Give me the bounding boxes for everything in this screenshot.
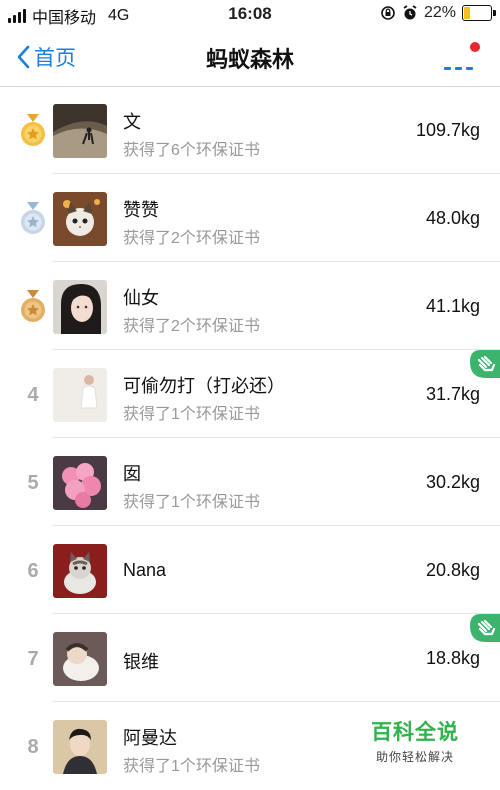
user-name: 囡: [123, 464, 141, 484]
status-bar: 中国移动 4G 16:08 22%: [0, 0, 500, 28]
energy-amount: 41.1kg: [425, 296, 480, 316]
alarm-icon: [403, 5, 417, 20]
energy-amount: 30.2kg: [425, 472, 480, 492]
gold-medal-icon: [18, 114, 48, 148]
list-item[interactable]: 仙女 获得了2个环保证书 41.1kg: [0, 262, 500, 350]
more-icon: [444, 67, 473, 70]
watermark-title: 百科全说: [371, 721, 459, 744]
ranking-list: 文 获得了6个环保证书 109.7kg 赞赞 获得了2个环保证书 48.0kg …: [0, 86, 500, 790]
energy-amount: 20.8kg: [425, 560, 480, 580]
bronze-medal-icon: [18, 290, 48, 324]
user-name: 可偷勿打（打必还）: [123, 376, 285, 396]
list-item[interactable]: 4 可偷勿打（打必还） 获得了1个环保证书 31.7kg: [0, 350, 500, 438]
avatar: [53, 456, 107, 510]
nav-bar: 首页 蚂蚁森林: [0, 28, 500, 87]
status-right: 22%: [380, 4, 496, 22]
more-button[interactable]: [444, 42, 480, 72]
avatar: [53, 104, 107, 158]
certificate-count: 获得了2个环保证书: [123, 230, 260, 247]
user-name: 阿曼达: [123, 728, 177, 748]
list-item[interactable]: 6 Nana 20.8kg: [0, 526, 500, 614]
certificate-count: 获得了1个环保证书: [123, 406, 260, 423]
energy-amount: 109.7kg: [415, 120, 480, 140]
avatar: [53, 280, 107, 334]
list-item[interactable]: 5 囡 获得了1个环保证书 30.2kg: [0, 438, 500, 526]
rank-number: 7: [27, 648, 39, 670]
battery-icon: [462, 5, 496, 21]
battery-percent: 22%: [423, 4, 456, 21]
rank-number: 6: [27, 560, 39, 582]
avatar: [53, 192, 107, 246]
list-item[interactable]: 7 银维 18.8kg: [0, 614, 500, 702]
collect-energy-button[interactable]: [468, 350, 500, 378]
certificate-count: 获得了1个环保证书: [123, 494, 260, 511]
user-name: Nana: [123, 560, 167, 580]
energy-amount: 31.7kg: [425, 384, 480, 404]
watermark-subtitle: 助你轻松解决: [375, 750, 454, 764]
energy-amount: 18.8kg: [425, 648, 480, 668]
notification-dot: [470, 42, 480, 52]
watermark: 百科全说 助你轻松解决: [365, 716, 465, 765]
avatar: [53, 368, 107, 422]
energy-amount: 48.0kg: [425, 208, 480, 228]
list-item[interactable]: 文 获得了6个环保证书 109.7kg: [0, 86, 500, 174]
list-item[interactable]: 赞赞 获得了2个环保证书 48.0kg: [0, 174, 500, 262]
certificate-count: 获得了2个环保证书: [123, 318, 260, 335]
rank-number: 4: [27, 384, 39, 406]
avatar: [53, 632, 107, 686]
certificate-count: 获得了6个环保证书: [123, 142, 260, 159]
user-name: 仙女: [123, 288, 159, 308]
user-name: 文: [123, 112, 141, 132]
silver-medal-icon: [18, 202, 48, 236]
user-name: 赞赞: [123, 200, 159, 220]
collect-energy-button[interactable]: [468, 614, 500, 642]
certificate-count: 获得了1个环保证书: [123, 758, 260, 775]
page-title: 蚂蚁森林: [205, 47, 294, 72]
rotation-lock-icon: [381, 6, 395, 20]
rank-number: 8: [27, 736, 39, 758]
avatar: [53, 720, 107, 774]
rank-number: 5: [27, 472, 39, 494]
hand-icon: [470, 350, 500, 378]
user-name: 银维: [123, 652, 159, 672]
avatar: [53, 544, 107, 598]
hand-icon: [470, 614, 500, 642]
